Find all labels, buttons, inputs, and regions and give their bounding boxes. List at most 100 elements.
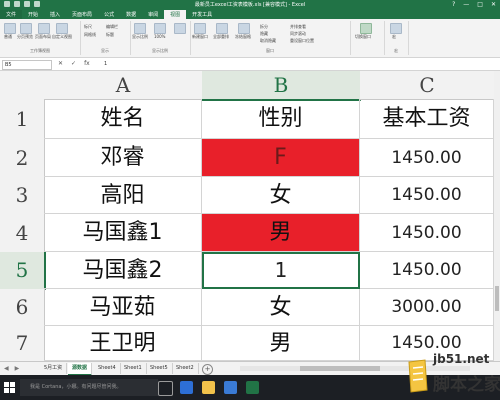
cell-b5[interactable]: 1 — [202, 252, 360, 289]
row-header-2[interactable]: 2 — [0, 139, 45, 178]
cell-b7[interactable]: 男 — [202, 326, 360, 361]
macro-button[interactable]: 宏 — [392, 34, 396, 40]
windows-start-icon[interactable] — [4, 382, 15, 393]
column-header-b[interactable]: B — [202, 71, 361, 101]
tab-developer[interactable]: 开发工具 — [186, 10, 218, 19]
ruler-checkbox[interactable]: 标尺 — [84, 24, 92, 30]
sheet-tab-sheet1[interactable]: Sheet1 — [120, 363, 147, 374]
cell-b6[interactable]: 女 — [202, 289, 360, 326]
task-view-icon[interactable] — [158, 381, 173, 396]
close-button[interactable]: ✕ — [491, 1, 496, 8]
freeze-panes-button[interactable]: 冻结窗格 — [235, 34, 251, 40]
confirm-icon[interactable]: ✓ — [71, 60, 76, 67]
cell-c4[interactable]: 1450.00 — [360, 214, 494, 252]
row-header-6[interactable]: 6 — [0, 289, 45, 327]
cell-a4[interactable]: 马国鑫1 — [44, 214, 202, 252]
row-header-7[interactable]: 7 — [0, 326, 45, 362]
cell-a6[interactable]: 马亚茹 — [44, 289, 202, 326]
tab-home[interactable]: 开始 — [22, 10, 44, 19]
scroll-thumb[interactable] — [495, 286, 499, 311]
normal-view-button[interactable]: 普通 — [4, 34, 12, 40]
custom-views-button[interactable]: 自定义视图 — [52, 34, 72, 40]
tab-data[interactable]: 数据 — [120, 10, 142, 19]
formula-input[interactable]: 1 — [104, 60, 107, 68]
macro-icon[interactable] — [390, 23, 402, 34]
cell-c1[interactable]: 基本工资 — [360, 99, 494, 139]
split-button[interactable]: 拆分 — [260, 24, 268, 30]
freeze-panes-icon[interactable] — [238, 23, 250, 34]
sheet-tab-sheet4[interactable]: Sheet4 — [94, 363, 121, 374]
page-layout-icon[interactable] — [38, 23, 50, 34]
custom-views-icon[interactable] — [56, 23, 68, 34]
sheet-tab-may-salary[interactable]: 5月工资 — [40, 363, 68, 374]
page-break-icon[interactable] — [20, 23, 32, 34]
zoom-100-button[interactable]: 100% — [154, 34, 165, 39]
add-sheet-icon[interactable]: + — [202, 364, 213, 375]
sync-scroll-button[interactable]: 同步滚动 — [290, 31, 306, 37]
prev-sheet-icon[interactable]: ◀ — [4, 365, 9, 372]
vertical-scrollbar[interactable] — [494, 71, 500, 361]
row-header-3[interactable]: 3 — [0, 177, 45, 215]
maximize-button[interactable]: □ — [477, 1, 483, 8]
zoom-button[interactable]: 显示比例 — [132, 34, 148, 40]
new-window-button[interactable]: 新建窗口 — [192, 34, 208, 40]
cell-b1[interactable]: 性别 — [202, 99, 360, 139]
cell-a3[interactable]: 高阳 — [44, 177, 202, 214]
gridlines-checkbox[interactable]: 网格线 — [84, 32, 96, 38]
cancel-icon[interactable]: ✕ — [58, 60, 63, 67]
headings-checkbox[interactable]: 标题 — [106, 32, 114, 38]
cell-c2[interactable]: 1450.00 — [360, 139, 494, 177]
page-break-button[interactable]: 分页预览 — [17, 34, 33, 40]
view-side-by-side-button[interactable]: 并排查看 — [290, 24, 306, 30]
cell-b3[interactable]: 女 — [202, 177, 360, 214]
cell-a1[interactable]: 姓名 — [44, 99, 202, 139]
zoom-selection-icon[interactable] — [174, 23, 186, 34]
cell-b2[interactable]: F — [202, 139, 360, 177]
store-icon[interactable] — [224, 381, 237, 394]
cell-a2[interactable]: 邓睿 — [44, 139, 202, 177]
tab-insert[interactable]: 插入 — [44, 10, 66, 19]
hide-button[interactable]: 隐藏 — [260, 31, 268, 37]
tab-file[interactable]: 文件 — [0, 10, 23, 19]
page-layout-button[interactable]: 页面布局 — [35, 34, 51, 40]
arrange-all-button[interactable]: 全部重排 — [213, 34, 229, 40]
insert-function-icon[interactable]: fx — [84, 60, 90, 67]
formula-bar-checkbox[interactable]: 编辑栏 — [106, 24, 118, 30]
cell-a7[interactable]: 王卫明 — [44, 326, 202, 361]
new-window-icon[interactable] — [194, 23, 206, 34]
cortana-search-box[interactable]: 我是 Cortana，小娜。有问题尽管问我。 — [20, 379, 158, 396]
cell-a5[interactable]: 马国鑫2 — [44, 252, 202, 289]
tab-review[interactable]: 审阅 — [142, 10, 164, 19]
sheet-tab-sheet2[interactable]: Sheet2 — [172, 363, 199, 374]
row-header-1[interactable]: 1 — [0, 99, 45, 140]
tab-formulas[interactable]: 公式 — [98, 10, 120, 19]
select-all-corner[interactable] — [0, 71, 45, 100]
switch-window-button[interactable]: 切换窗口 — [355, 34, 371, 40]
sheet-tab-sheet5[interactable]: Sheet5 — [146, 363, 173, 374]
cell-c5[interactable]: 1450.00 — [360, 252, 494, 289]
scroll-thumb[interactable] — [300, 366, 380, 371]
arrange-all-icon[interactable] — [216, 23, 228, 34]
row-header-5[interactable]: 5 — [0, 252, 46, 290]
column-header-c[interactable]: C — [360, 71, 495, 100]
normal-view-icon[interactable] — [4, 23, 16, 34]
cell-b4[interactable]: 男 — [202, 214, 360, 252]
zoom-icon[interactable] — [134, 23, 146, 34]
minimize-button[interactable]: — — [463, 1, 469, 8]
help-button[interactable]: ? — [452, 1, 455, 8]
name-box[interactable]: B5 — [2, 60, 52, 70]
cell-c6[interactable]: 3000.00 — [360, 289, 494, 326]
excel-taskbar-icon[interactable] — [246, 381, 259, 394]
cell-c3[interactable]: 1450.00 — [360, 177, 494, 214]
row-header-4[interactable]: 4 — [0, 214, 45, 253]
switch-window-icon[interactable] — [360, 23, 372, 34]
tab-view[interactable]: 视图 — [164, 10, 187, 19]
unhide-button[interactable]: 取消隐藏 — [260, 38, 276, 44]
next-sheet-icon[interactable]: ▶ — [15, 365, 20, 372]
file-explorer-icon[interactable] — [202, 381, 215, 394]
reset-window-button[interactable]: 重设窗口位置 — [290, 38, 314, 44]
zoom-100-icon[interactable] — [154, 23, 166, 34]
edge-browser-icon[interactable] — [180, 381, 193, 394]
tab-page-layout[interactable]: 页面布局 — [66, 10, 98, 19]
column-header-a[interactable]: A — [44, 71, 203, 100]
